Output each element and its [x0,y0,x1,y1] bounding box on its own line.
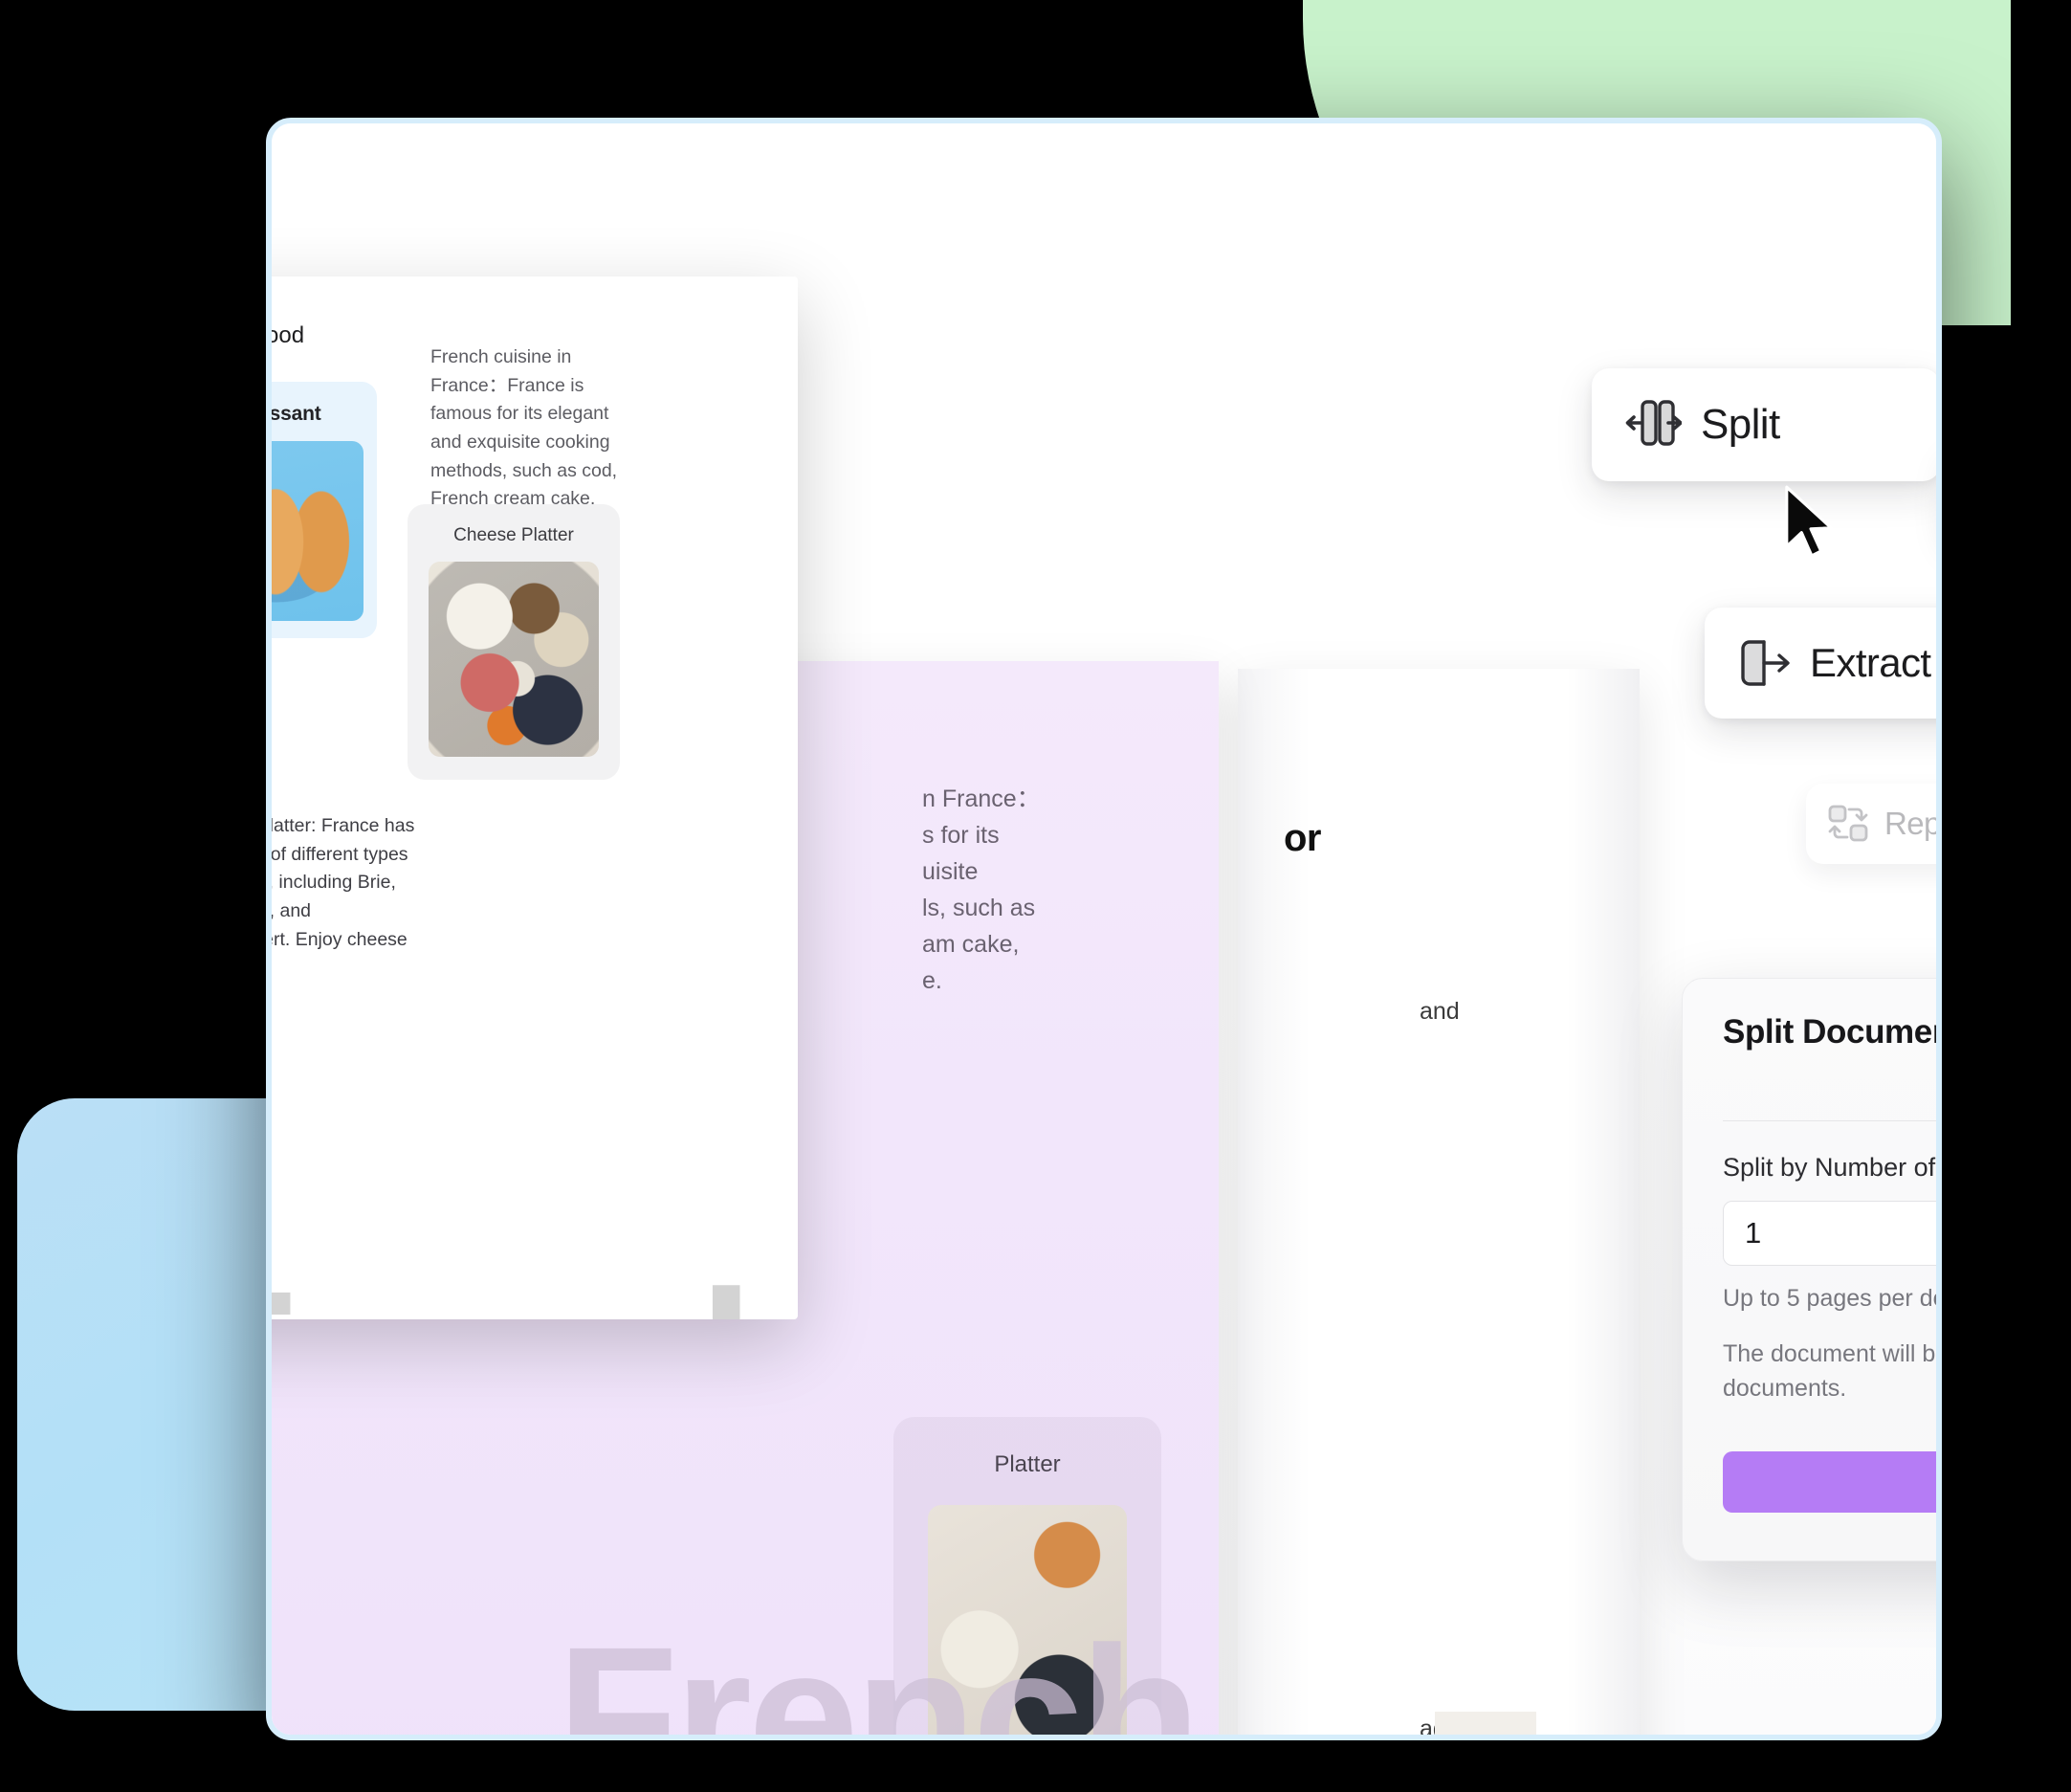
split-result-note: The document will be successfully split … [1723,1340,1936,1402]
middle-page-fragment: uisite [922,858,979,885]
cheese-platter-photo [429,562,599,757]
extract-button[interactable]: Extract [1705,608,1936,719]
split-button-label: Split [1701,401,1780,448]
split-confirm-button[interactable]: Split [1723,1451,1936,1513]
back-page-photo [1435,1712,1536,1735]
extract-icon [1741,640,1790,686]
back-page-fragment: and [1420,998,1460,1025]
split-button[interactable]: Split [1592,368,1936,481]
app-window: or and age taste age taste age taste n F… [266,118,1942,1740]
document-page-front[interactable]: French Food Croissant French cuisine in … [266,277,798,1319]
panel-title: Split Document [1723,1013,1942,1051]
cheese-card-caption: Cheese Platter [453,525,574,545]
panel-divider [1723,1120,1936,1121]
split-icon [1624,398,1683,453]
pages-hint-text: Up to 5 pages per document after splitti… [1723,1285,1936,1312]
pages-stepper[interactable]: 1 [1723,1201,1936,1266]
pages-stepper-value[interactable]: 1 [1745,1216,1761,1250]
front-page-body-text: Cheese Platter: France has hundreds of d… [268,815,415,950]
mouse-pointer-icon [1785,485,1833,558]
back-page-heading: or [1284,817,1322,859]
middle-page-watermark: French [557,1606,1201,1740]
middle-page-fragment: ls, such as [922,895,1036,921]
croissant-photo [272,441,364,621]
middle-page-fragment: am cake, [922,931,1020,958]
replace-button[interactable]: Replace [1806,784,1941,864]
replace-icon [1828,805,1868,842]
middle-card-caption: Platter [994,1451,1061,1477]
front-page-watermark: French [272,1262,798,1319]
middle-page-fragment: e. [922,967,942,994]
split-document-panel: Split Document Split by Number of Pages … [1682,978,1942,1561]
croissant-card-caption: Croissant [269,403,321,425]
document-page-back[interactable]: or and age taste age taste age taste [1238,669,1640,1735]
cheese-platter-card: Cheese Platter [408,504,620,780]
middle-page-fragment: s for its [922,822,1000,849]
split-by-pages-label: Split by Number of Pages [1723,1153,1936,1182]
croissant-card: Croissant [269,382,377,638]
middle-page-fragment: n France： [922,785,1041,812]
replace-button-label: Replace [1884,806,1941,841]
screenshot-root: or and age taste age taste age taste n F… [0,0,2071,1792]
extract-button-label: Extract [1810,640,1931,685]
front-page-title: French Food [266,322,305,348]
